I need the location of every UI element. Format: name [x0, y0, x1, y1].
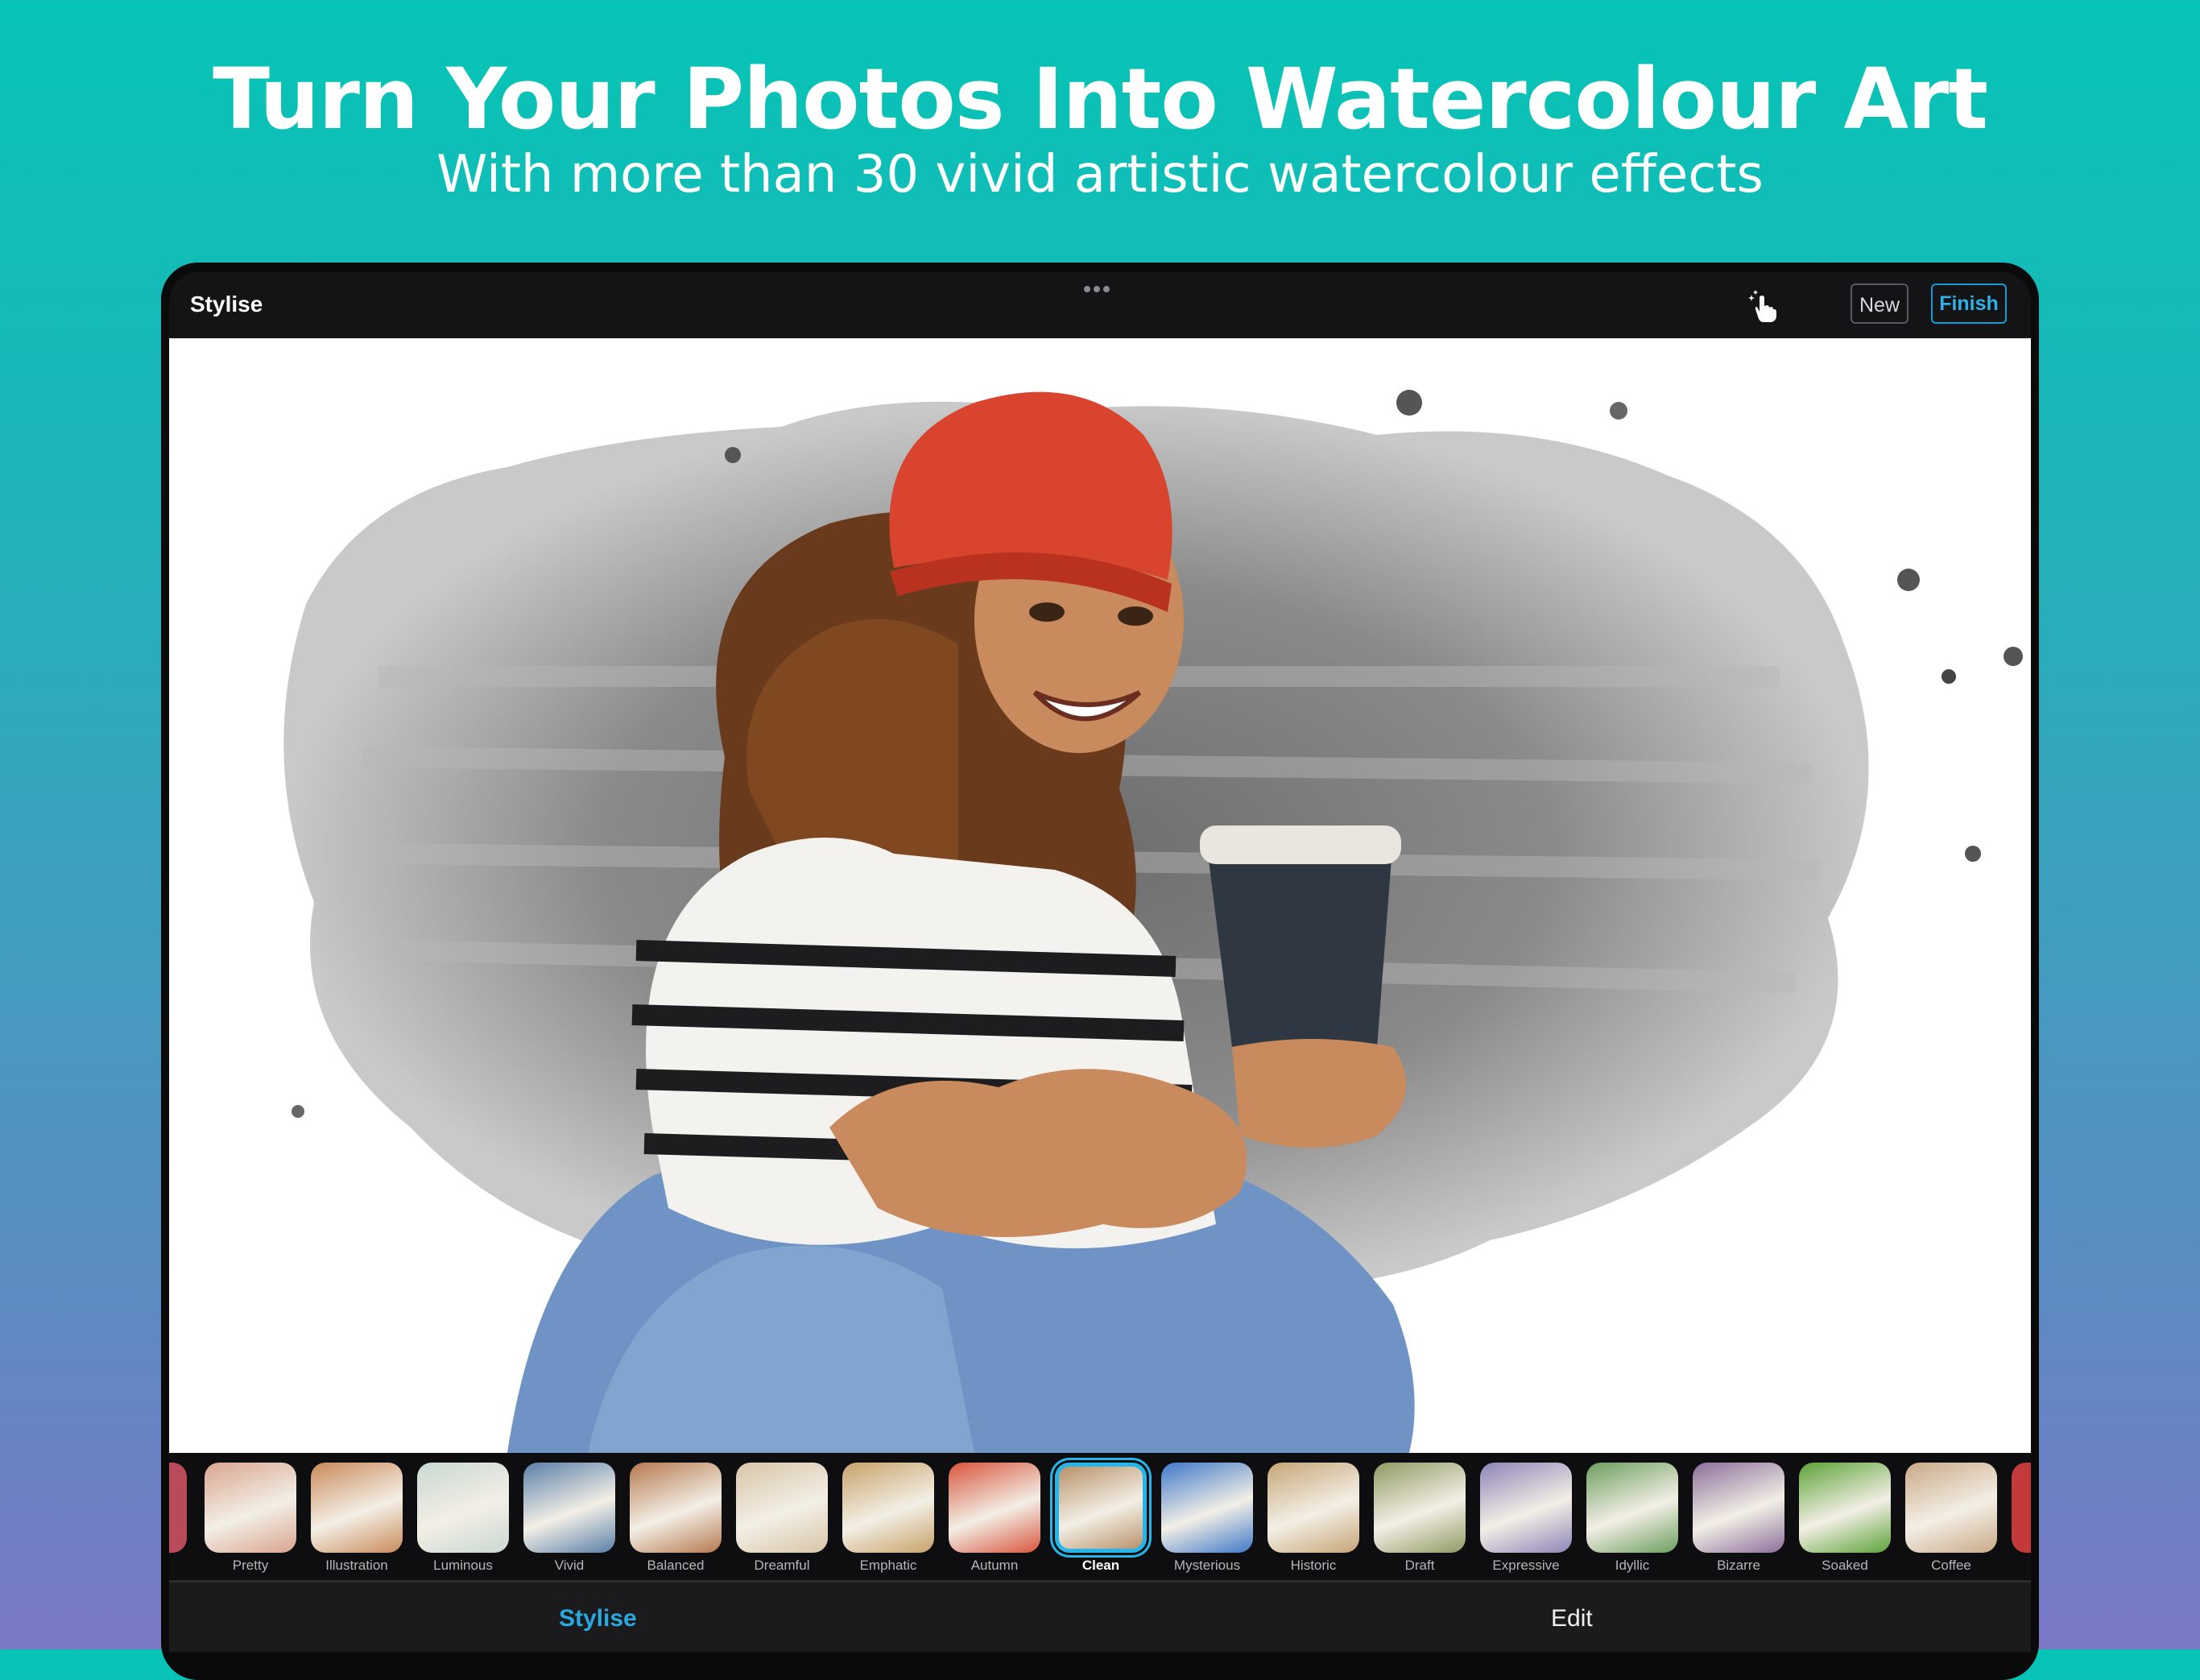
effect-label: Vivid	[554, 1558, 585, 1573]
effect-label: Pretty	[232, 1558, 269, 1573]
effect-label: Soaked	[1822, 1558, 1868, 1573]
effect-thumbnail-autumn[interactable]	[949, 1463, 1040, 1553]
app-title: Stylise	[190, 292, 263, 317]
effect-thumbnail-historic[interactable]	[1267, 1463, 1359, 1553]
effect-thumbnail-emphatic[interactable]	[842, 1463, 934, 1553]
effect-label: Bizarre	[1717, 1558, 1760, 1573]
effect-thumbnail-partial[interactable]	[169, 1463, 187, 1553]
effect-thumbnail-expressive[interactable]	[1480, 1463, 1572, 1553]
photo-canvas[interactable]	[169, 338, 2031, 1453]
effect-label: Expressive	[1492, 1558, 1560, 1573]
effect-thumbnail-soaked[interactable]	[1799, 1463, 1891, 1553]
watercolour-artwork	[283, 390, 2023, 1453]
effect-label: Autumn	[970, 1558, 1019, 1573]
finish-button[interactable]: Finish	[1931, 283, 2007, 324]
effect-thumbnail-draft[interactable]	[1374, 1463, 1466, 1553]
bottom-tab-bar: Stylise Edit	[169, 1580, 2031, 1652]
effect-label: Draft	[1404, 1558, 1435, 1573]
promo-headline: Turn Your Photos Into Watercolour Art	[213, 50, 1988, 148]
effect-thumbnail-vivid[interactable]	[523, 1463, 615, 1553]
effects-strip[interactable]: Pretty Illustration Luminous Vivid Balanced D…	[169, 1453, 2031, 1580]
effect-label: Luminous	[433, 1558, 493, 1573]
effect-thumbnail-mysterious[interactable]	[1161, 1463, 1253, 1553]
magic-touch-icon[interactable]	[1744, 288, 1781, 325]
effect-label: Mysterious	[1173, 1558, 1241, 1573]
tab-edit[interactable]: Edit	[1551, 1605, 1593, 1632]
effect-label: Historic	[1290, 1558, 1337, 1573]
effect-label: Idyllic	[1615, 1558, 1650, 1573]
more-dots-icon[interactable]	[1084, 282, 1116, 292]
effect-label: Clean	[1081, 1558, 1120, 1573]
effect-thumbnail-bizarre[interactable]	[1693, 1463, 1784, 1553]
effect-thumbnail-partial[interactable]	[2012, 1463, 2031, 1553]
new-button[interactable]: New	[1851, 283, 1908, 324]
effect-thumbnail-idyllic[interactable]	[1586, 1463, 1678, 1553]
effect-label: Dreamful	[754, 1558, 810, 1573]
tab-stylise[interactable]: Stylise	[559, 1605, 637, 1632]
effect-thumbnail-illustration[interactable]	[311, 1463, 403, 1553]
effect-thumbnail-dreamful[interactable]	[736, 1463, 828, 1553]
promo-subline: With more than 30 vivid artistic waterco…	[436, 145, 1764, 205]
effect-thumbnail-pretty[interactable]	[205, 1463, 296, 1553]
effect-thumbnail-coffee[interactable]	[1905, 1463, 1997, 1553]
effect-thumbnail-luminous[interactable]	[417, 1463, 509, 1553]
effect-label: Balanced	[647, 1558, 705, 1573]
app-top-bar: Stylise New Finish	[169, 272, 2031, 338]
effect-thumbnail-clean[interactable]	[1055, 1463, 1147, 1553]
effect-label: Emphatic	[859, 1558, 917, 1573]
effect-label: Coffee	[1931, 1558, 1971, 1573]
effect-label: Illustration	[325, 1558, 388, 1573]
effect-thumbnail-balanced[interactable]	[630, 1463, 722, 1553]
